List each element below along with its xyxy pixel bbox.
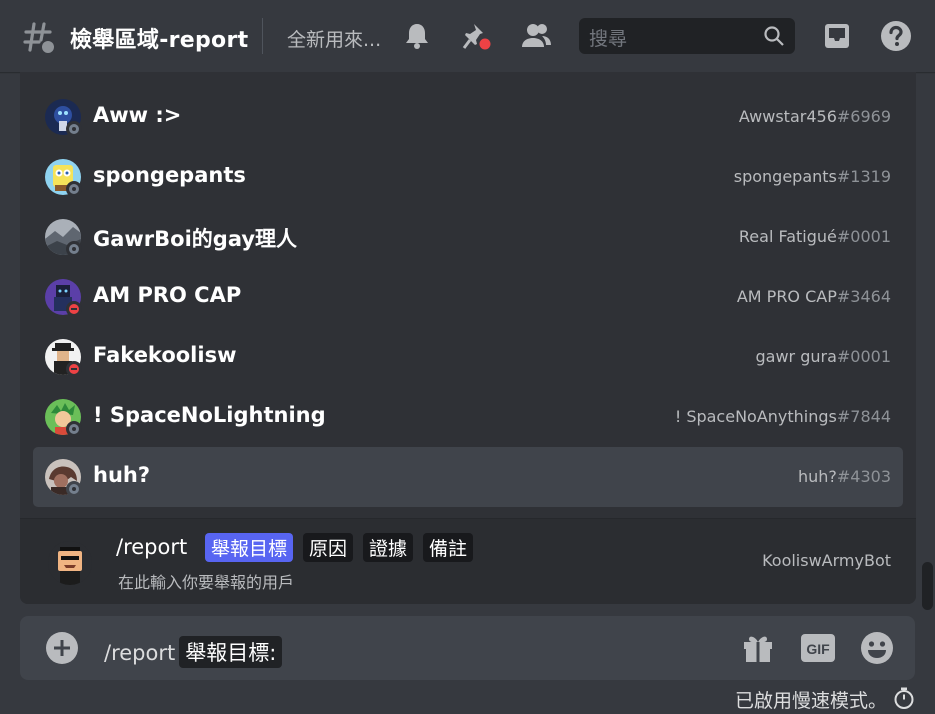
plus-icon — [54, 640, 70, 656]
bot-avatar — [48, 541, 92, 585]
member-row[interactable]: GawrBoi的gay理人 Real Fatigué#0001 — [33, 207, 903, 267]
member-row-selected[interactable]: huh? huh?#4303 — [33, 447, 903, 507]
member-tag: Real Fatigué#0001 — [738, 227, 891, 246]
input-command-text: /report — [104, 641, 176, 665]
slowmode-notice: 已啟用慢速模式。 — [734, 690, 887, 712]
do-not-disturb-status-icon — [66, 301, 82, 317]
command-options: 舉報目標 原因 證據 備註 — [205, 533, 474, 562]
command-option-evidence[interactable]: 證據 — [363, 533, 414, 562]
member-tag: AM PRO CAP#3464 — [736, 287, 891, 306]
channel-name: 檢舉區域-report — [70, 28, 249, 53]
help-icon[interactable] — [880, 20, 912, 52]
input-option-chip[interactable]: 舉報目標: — [179, 636, 283, 668]
message-composer[interactable]: /report 舉報目標: GIF — [20, 616, 915, 680]
member-display-name: ! SpaceNoLightning — [93, 403, 326, 427]
scrollbar-track[interactable] — [920, 72, 935, 612]
command-option-reason[interactable]: 原因 — [303, 533, 354, 562]
channel-header: 檢舉區域-report 全新用來... 搜尋 — [0, 0, 935, 72]
slash-command-row[interactable]: /report 舉報目標 原因 證據 備註 在此輸入你要舉報的用戶 Koolis… — [20, 519, 916, 604]
offline-status-icon — [66, 241, 82, 257]
member-display-name: GawrBoi的gay理人 — [93, 227, 298, 251]
member-row[interactable]: Fakekoolisw gawr gura#0001 — [33, 327, 903, 387]
member-tag: huh?#4303 — [797, 467, 891, 486]
command-name: /report — [116, 535, 188, 559]
gift-icon[interactable] — [740, 630, 776, 666]
member-row[interactable]: ! SpaceNoLightning ! SpaceNoAnythings#78… — [33, 387, 903, 447]
offline-status-icon — [66, 481, 82, 497]
search-placeholder: 搜尋 — [589, 28, 628, 50]
pinned-messages-icon[interactable] — [461, 20, 493, 52]
emoji-icon[interactable] — [859, 630, 895, 666]
autocomplete-panel: Aww :> Awwstar456#6969 spongepants spong… — [20, 72, 916, 604]
member-tag: spongepants#1319 — [733, 167, 891, 186]
notification-bell-icon[interactable] — [401, 20, 433, 52]
offline-status-icon — [66, 421, 82, 437]
inbox-icon[interactable] — [821, 20, 853, 52]
slowmode-timer-icon — [894, 687, 914, 709]
member-list-icon[interactable] — [520, 20, 552, 52]
clipped-status-icon — [50, 72, 78, 78]
member-display-name: AM PRO CAP — [93, 283, 242, 307]
scrollbar-thumb[interactable] — [922, 562, 933, 610]
member-display-name: Aww :> — [93, 103, 182, 127]
channel-thread-hash-icon — [23, 22, 54, 53]
member-row[interactable]: AM PRO CAP AM PRO CAP#3464 — [33, 267, 903, 327]
command-option-note[interactable]: 備註 — [423, 533, 474, 562]
offline-status-icon — [66, 181, 82, 197]
do-not-disturb-status-icon — [66, 361, 82, 377]
search-box[interactable]: 搜尋 — [579, 18, 795, 54]
search-icon — [764, 26, 784, 46]
member-display-name: Fakekoolisw — [93, 343, 237, 367]
member-row[interactable]: spongepants spongepants#1319 — [33, 147, 903, 207]
member-tag: ! SpaceNoAnythings#7844 — [674, 407, 891, 426]
command-source-bot: KooliswArmyBot — [762, 551, 891, 570]
header-divider — [262, 18, 263, 54]
member-row[interactable]: Aww :> Awwstar456#6969 — [33, 87, 903, 147]
upload-plus-button[interactable] — [46, 632, 78, 664]
member-display-name: huh? — [93, 463, 151, 487]
member-suggestion-list: Aww :> Awwstar456#6969 spongepants spong… — [20, 72, 916, 518]
member-tag: Awwstar456#6969 — [738, 107, 891, 126]
svg-text:GIF: GIF — [806, 641, 830, 657]
gif-icon[interactable]: GIF — [800, 630, 836, 666]
member-display-name: spongepants — [93, 163, 246, 187]
slash-command-section[interactable]: /report 舉報目標 原因 證據 備註 在此輸入你要舉報的用戶 Koolis… — [20, 518, 916, 604]
message-input[interactable]: /report 舉報目標: — [104, 636, 283, 668]
channel-topic[interactable]: 全新用來... — [287, 25, 387, 52]
command-option-target[interactable]: 舉報目標 — [205, 533, 294, 562]
offline-status-icon — [66, 121, 82, 137]
command-description: 在此輸入你要舉報的用戶 — [118, 573, 295, 592]
member-tag: gawr gura#0001 — [755, 347, 891, 366]
